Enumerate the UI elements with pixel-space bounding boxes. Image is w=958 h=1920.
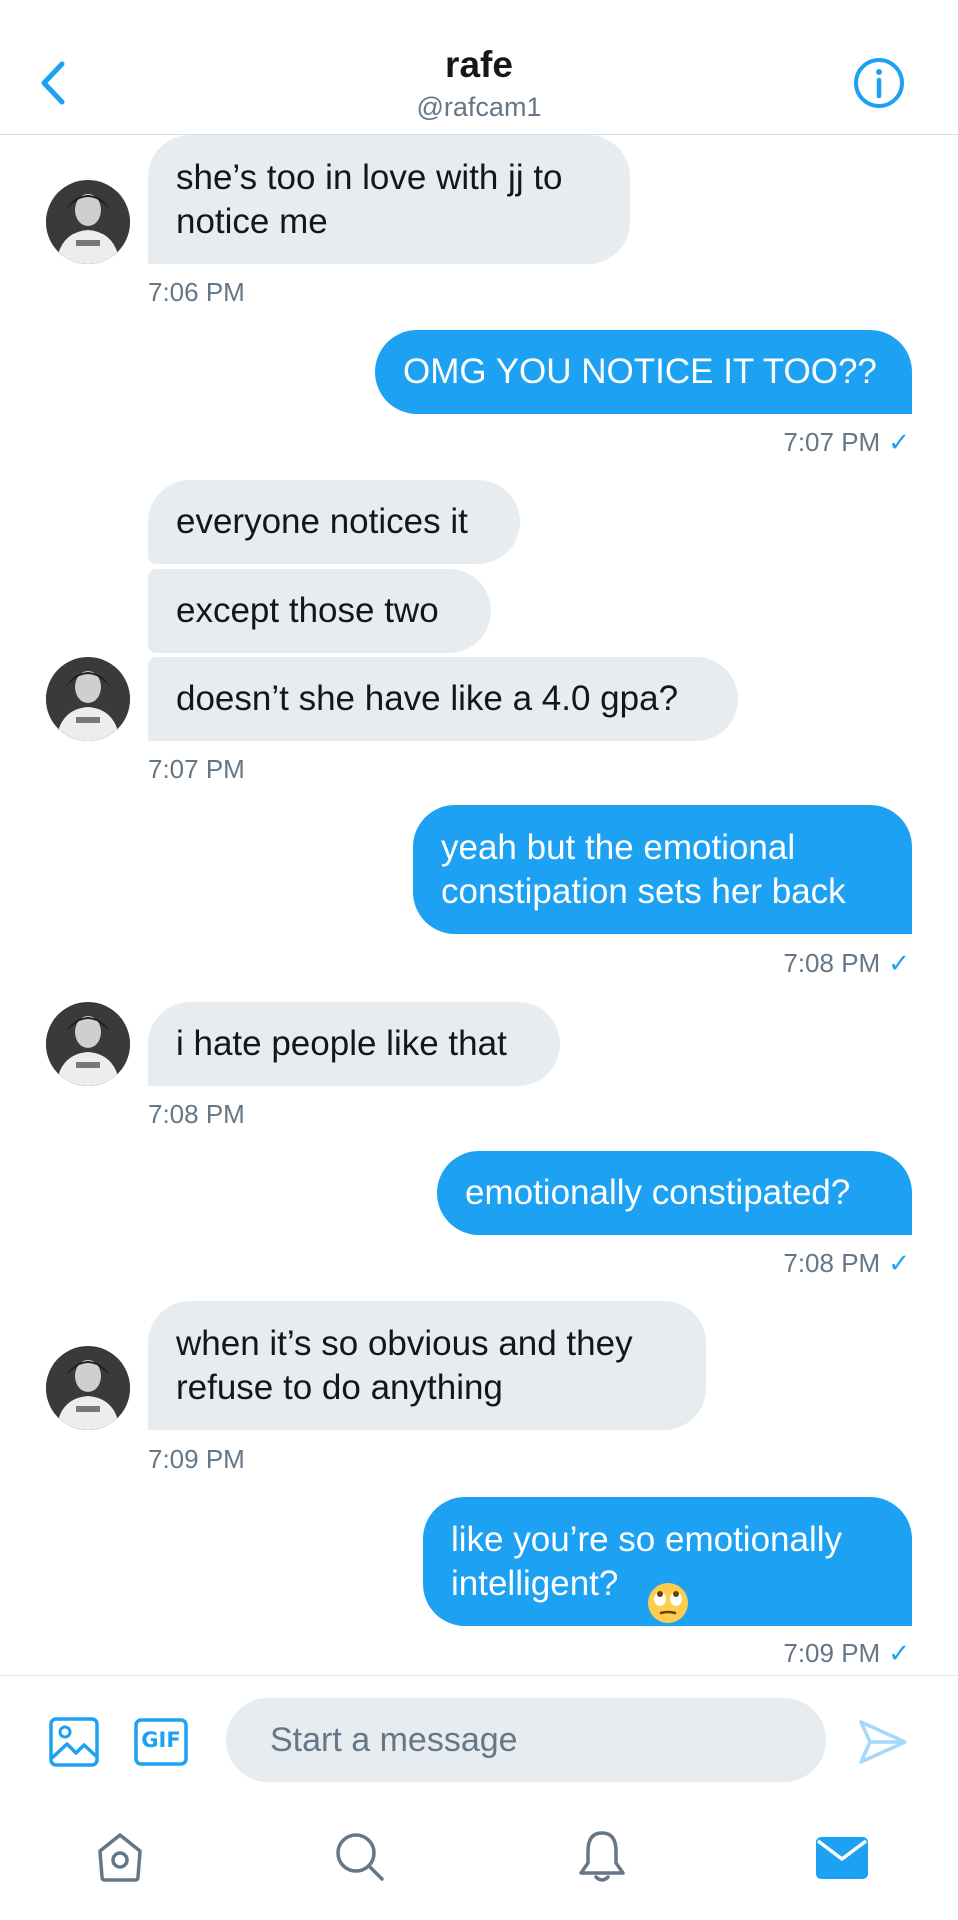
message-timestamp: 7:06 PM: [148, 277, 245, 307]
message-timestamp-row: 7:09 PM ✓: [783, 1638, 910, 1669]
send-button[interactable]: [858, 1718, 908, 1766]
message-text: everyone notices it: [176, 502, 468, 541]
face-with-rolling-eyes-icon: [648, 1583, 688, 1623]
add-gif-button[interactable]: GIF: [134, 1718, 188, 1766]
contact-handle: @rafcam1: [416, 92, 542, 122]
tab-messages[interactable]: [812, 1827, 872, 1887]
message-timestamp-row: 7:07 PM ✓: [783, 427, 910, 458]
message-timestamp: 7:08 PM: [148, 1099, 245, 1129]
message-text: doesn’t she have like a 4.0 gpa?: [176, 679, 679, 718]
send-icon: [859, 1720, 907, 1764]
tab-notifications[interactable]: [572, 1827, 632, 1887]
message-timestamp-row: 7:08 PM ✓: [783, 1248, 910, 1279]
image-icon: [49, 1717, 99, 1767]
message-text: she’s too in love with jj to notice me: [176, 157, 563, 241]
avatar[interactable]: [46, 657, 130, 741]
outgoing-message[interactable]: emotionally constipated?: [437, 1151, 912, 1235]
contact-name: rafe: [445, 44, 513, 85]
message-timestamp: 7:07 PM: [148, 754, 245, 784]
message-timestamp: 7:07 PM: [783, 427, 881, 457]
message-timestamp: 7:08 PM: [783, 1248, 881, 1278]
incoming-message[interactable]: everyone notices it: [148, 480, 520, 564]
incoming-message[interactable]: i hate people like that: [148, 1002, 560, 1086]
avatar-photo: [46, 1002, 130, 1086]
avatar[interactable]: [46, 1002, 130, 1086]
read-check-icon: ✓: [888, 1248, 910, 1278]
message-thread[interactable]: she’s too in love with jj to notice me 7…: [0, 135, 958, 1675]
home-icon: [98, 1833, 142, 1882]
incoming-message[interactable]: she’s too in love with jj to notice me: [148, 135, 630, 264]
message-text: when it’s so obvious and they refuse to …: [176, 1323, 633, 1407]
avatar[interactable]: [46, 1346, 130, 1430]
bell-icon: [579, 1831, 625, 1882]
conversation-header: rafe @rafcam1: [0, 0, 958, 135]
message-timestamp: 7:08 PM: [783, 948, 881, 978]
incoming-message[interactable]: doesn’t she have like a 4.0 gpa?: [148, 657, 738, 741]
info-circle-icon: [854, 58, 904, 108]
message-text: emotionally constipated?: [465, 1173, 851, 1212]
avatar[interactable]: [46, 180, 130, 264]
add-media-button[interactable]: [48, 1716, 100, 1768]
outgoing-message[interactable]: yeah but the emotional constipation sets…: [413, 805, 912, 934]
message-text: yeah but the emotional constipation sets…: [441, 827, 846, 911]
mail-icon: [816, 1837, 868, 1879]
search-icon: [336, 1833, 384, 1881]
bottom-tab-bar: [0, 1805, 958, 1920]
avatar-photo: [46, 180, 130, 264]
message-input[interactable]: [268, 1719, 792, 1761]
incoming-message[interactable]: when it’s so obvious and they refuse to …: [148, 1301, 706, 1430]
message-composer: GIF: [0, 1675, 958, 1806]
tab-home[interactable]: [90, 1827, 150, 1887]
message-input-container[interactable]: [226, 1698, 826, 1782]
message-text: except those two: [176, 591, 439, 630]
gif-label: GIF: [141, 1728, 181, 1752]
outgoing-message[interactable]: OMG YOU NOTICE IT TOO??: [375, 330, 912, 414]
incoming-message[interactable]: except those two: [148, 569, 491, 653]
message-timestamp: 7:09 PM: [148, 1444, 245, 1474]
avatar-photo: [46, 657, 130, 741]
conversation-info-button[interactable]: [852, 56, 906, 110]
message-timestamp: 7:09 PM: [783, 1638, 881, 1668]
tab-search[interactable]: [330, 1827, 390, 1887]
read-check-icon: ✓: [888, 948, 910, 978]
message-timestamp-row: 7:08 PM ✓: [783, 948, 910, 979]
message-text: i hate people like that: [176, 1024, 507, 1063]
read-check-icon: ✓: [888, 1638, 910, 1668]
message-text: OMG YOU NOTICE IT TOO??: [403, 352, 877, 391]
avatar-photo: [46, 1346, 130, 1430]
read-check-icon: ✓: [888, 427, 910, 457]
